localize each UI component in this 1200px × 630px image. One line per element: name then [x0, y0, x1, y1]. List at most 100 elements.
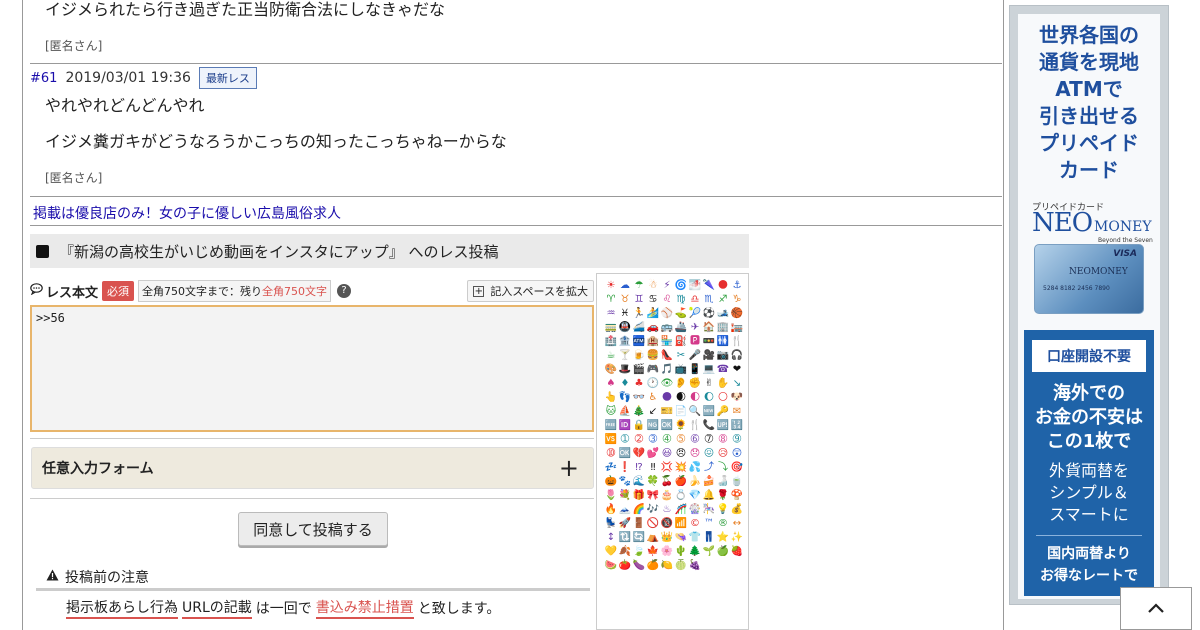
emoji-button[interactable]: 🌻	[674, 419, 688, 433]
emoji-button[interactable]: ✂	[674, 349, 688, 363]
emoji-button[interactable]: 🎤	[688, 349, 702, 363]
emoji-button[interactable]: 💺	[604, 517, 618, 531]
emoji-button[interactable]: 🎠	[702, 503, 716, 517]
emoji-button[interactable]: ©	[688, 517, 702, 531]
emoji-button[interactable]: 👁	[660, 377, 674, 391]
emoji-button[interactable]: 🗻	[618, 503, 632, 517]
emoji-button[interactable]: 🎿	[716, 307, 730, 321]
emoji-button[interactable]: 🏪	[660, 335, 674, 349]
emoji-button[interactable]: 📺	[674, 363, 688, 377]
emoji-button[interactable]: 🅿	[688, 335, 702, 349]
emoji-button[interactable]: 🏦	[618, 335, 632, 349]
emoji-button[interactable]: 🍆	[632, 559, 646, 573]
emoji-button[interactable]: 💍	[674, 489, 688, 503]
emoji-button[interactable]: 🍃	[632, 545, 646, 559]
emoji-button[interactable]: ✈	[688, 321, 702, 335]
optional-form-toggle[interactable]: 任意入力フォーム +	[31, 447, 594, 489]
emoji-button[interactable]: 🏠	[702, 321, 716, 335]
emoji-button[interactable]: ♍	[674, 293, 688, 307]
emoji-button[interactable]: 🌈	[632, 503, 646, 517]
emoji-button[interactable]: 😥	[716, 447, 730, 461]
emoji-button[interactable]: ™	[702, 517, 716, 531]
emoji-button[interactable]: ➄	[674, 433, 688, 447]
emoji-button[interactable]: 🕐	[646, 377, 660, 391]
emoji-button[interactable]: 🌹	[716, 489, 730, 503]
emoji-button[interactable]: ♑	[730, 293, 744, 307]
emoji-button[interactable]: ♣	[632, 377, 646, 391]
emoji-button[interactable]: ⭐	[716, 531, 730, 545]
emoji-button[interactable]: 🚥	[702, 335, 716, 349]
emoji-button[interactable]: ♌	[660, 293, 674, 307]
emoji-button[interactable]: 🌑	[660, 391, 674, 405]
scroll-to-top-button[interactable]	[1120, 587, 1192, 630]
emoji-button[interactable]: 🏥	[604, 335, 618, 349]
emoji-button[interactable]: 🌵	[674, 545, 688, 559]
emoji-button[interactable]: 🚫	[646, 517, 660, 531]
emoji-button[interactable]: 🏃	[632, 307, 646, 321]
emoji-button[interactable]: 🔒	[632, 419, 646, 433]
emoji-button[interactable]: 🚀	[618, 517, 632, 531]
reply-body-textarea[interactable]: >>56	[30, 305, 594, 432]
emoji-button[interactable]: 🍓	[730, 545, 744, 559]
emoji-button[interactable]: ⚽	[702, 307, 716, 321]
emoji-button[interactable]: 🎯	[730, 461, 744, 475]
emoji-button[interactable]: 🌁	[688, 279, 702, 293]
emoji-button[interactable]: 🌸	[660, 545, 674, 559]
emoji-button[interactable]: 🆚	[604, 433, 618, 447]
submit-button[interactable]: 同意して投稿する	[238, 512, 388, 546]
emoji-button[interactable]: 🆗	[618, 447, 632, 461]
emoji-button[interactable]: 🎩	[618, 363, 632, 377]
emoji-button[interactable]: 😖	[702, 447, 716, 461]
emoji-button[interactable]: ⚾	[660, 307, 674, 321]
emoji-button[interactable]: 😃	[660, 447, 674, 461]
emoji-button[interactable]: 💡	[716, 503, 730, 517]
emoji-button[interactable]: 🍌	[688, 475, 702, 489]
emoji-button[interactable]: 💢	[660, 461, 674, 475]
emoji-button[interactable]: 🎢	[674, 503, 688, 517]
emoji-button[interactable]: 🌲	[688, 545, 702, 559]
emoji-button[interactable]: 🆖	[646, 419, 660, 433]
emoji-button[interactable]: ⛽	[674, 335, 688, 349]
emoji-button[interactable]: 👓	[632, 391, 646, 405]
emoji-button[interactable]: 🆕	[702, 405, 716, 419]
emoji-button[interactable]: 🔢	[730, 419, 744, 433]
emoji-button[interactable]: 🏣	[730, 321, 744, 335]
emoji-button[interactable]: 🌀	[674, 279, 688, 293]
emoji-button[interactable]: ®	[716, 517, 730, 531]
emoji-button[interactable]: ☎	[716, 363, 730, 377]
emoji-button[interactable]: 🎃	[604, 475, 618, 489]
emoji-button[interactable]: 🆙	[716, 419, 730, 433]
emoji-button[interactable]: ♉	[618, 293, 632, 307]
emoji-button[interactable]: ➇	[716, 433, 730, 447]
emoji-button[interactable]: 🍅	[618, 559, 632, 573]
emoji-button[interactable]: 🍈	[674, 559, 688, 573]
post-number-link[interactable]: #61	[30, 71, 57, 86]
emoji-button[interactable]: 🎥	[702, 349, 716, 363]
emoji-button[interactable]: ➁	[632, 433, 646, 447]
emoji-button[interactable]: ☃	[646, 279, 660, 293]
emoji-button[interactable]: ♋	[646, 293, 660, 307]
emoji-button[interactable]: 🍂	[618, 545, 632, 559]
emoji-button[interactable]: 🎾	[688, 307, 702, 321]
emoji-button[interactable]: 📷	[716, 349, 730, 363]
emoji-button[interactable]: ⛵	[618, 405, 632, 419]
emoji-button[interactable]: 👒	[674, 531, 688, 545]
emoji-button[interactable]: ➂	[646, 433, 660, 447]
expand-textarea-button[interactable]: + 記入スペースを拡大	[467, 280, 594, 302]
emoji-button[interactable]: 🌂	[702, 279, 716, 293]
emoji-button[interactable]: 🌕	[716, 391, 730, 405]
emoji-button[interactable]: 🍎	[674, 475, 688, 489]
emoji-button[interactable]: 💤	[604, 461, 618, 475]
emoji-button[interactable]: 🌱	[702, 545, 716, 559]
emoji-button[interactable]: 🔍	[688, 405, 702, 419]
emoji-button[interactable]: ♦	[618, 377, 632, 391]
emoji-button[interactable]: ✋	[716, 377, 730, 391]
emoji-button[interactable]: ⤵	[716, 461, 730, 475]
emoji-button[interactable]: ↔	[730, 517, 744, 531]
emoji-button[interactable]: 📱	[688, 363, 702, 377]
emoji-button[interactable]: ⚡	[660, 279, 674, 293]
emoji-button[interactable]: ♐	[716, 293, 730, 307]
emoji-button[interactable]: 🎨	[604, 363, 618, 377]
emoji-button[interactable]: 🍏	[716, 545, 730, 559]
emoji-button[interactable]: 🚇	[618, 321, 632, 335]
